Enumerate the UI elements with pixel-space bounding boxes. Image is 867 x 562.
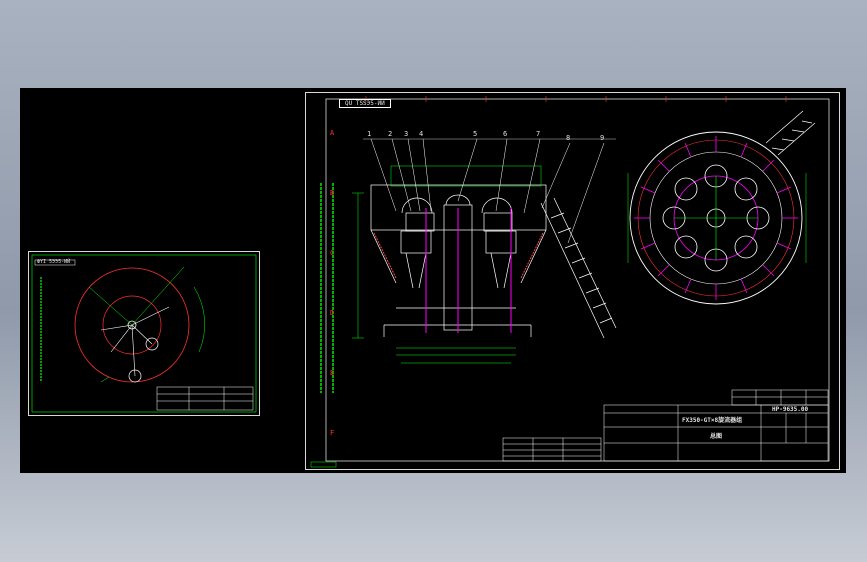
- left-title-box-code: ФYI 5ЭЭ5-ИЙ: [37, 259, 71, 265]
- part-balloon-6[interactable]: 6: [503, 130, 507, 138]
- left-drawing-sheet[interactable]: ФYI 5ЭЭ5-ИЙ: [28, 251, 260, 416]
- right-sheet-graphics: [310, 96, 830, 468]
- title-block-drawing-code: HP-9635.00: [772, 406, 809, 413]
- cad-viewport[interactable]: ФYI 5ЭЭ5-ИЙ QU TSSЭ5-ИЙ 1 2 3 4 5 6 7 8 …: [20, 88, 846, 473]
- part-balloon-3[interactable]: 3: [404, 130, 408, 138]
- part-balloon-9[interactable]: 9: [600, 134, 604, 142]
- right-drawing-sheet[interactable]: QU TSSЭ5-ИЙ 1 2 3 4 5 6 7 8 9 A B C D E …: [305, 92, 840, 470]
- left-spokes: [100, 306, 170, 377]
- row-letter-c: C: [330, 249, 335, 257]
- left-title-block: [156, 386, 254, 411]
- part-balloon-8[interactable]: 8: [566, 134, 570, 142]
- plan-center-ties: [674, 176, 758, 260]
- plan-ladder: [765, 110, 816, 156]
- revision-block: [731, 389, 829, 406]
- parts-list-block: [502, 437, 602, 462]
- row-letter-b: B: [330, 189, 335, 197]
- part-balloon-4[interactable]: 4: [419, 130, 423, 138]
- part-balloon-5[interactable]: 5: [473, 130, 477, 138]
- sheet-size-tag: [310, 461, 337, 468]
- left-sheet-graphics: [31, 254, 257, 413]
- right-inner-frame: [325, 98, 830, 462]
- title-block-subtitle: 总图: [710, 433, 723, 440]
- access-ladder: [540, 197, 617, 339]
- row-letter-e: E: [330, 369, 335, 377]
- title-block-main-title: FX350-GT×8旋流器组: [682, 417, 743, 424]
- side-dimensions: [352, 165, 542, 364]
- part-balloon-2[interactable]: 2: [388, 130, 392, 138]
- row-letter-f: F: [330, 429, 335, 437]
- left-inner-frame: [31, 254, 257, 413]
- side-support-legs: [425, 208, 512, 333]
- part-balloon-7[interactable]: 7: [536, 130, 540, 138]
- row-letter-a: A: [330, 129, 335, 137]
- left-dimensions: [88, 266, 205, 383]
- part-balloon-1[interactable]: 1: [367, 130, 371, 138]
- row-letter-d: D: [330, 309, 335, 317]
- right-title-box-code: QU TSSЭ5-ИЙ: [339, 99, 391, 108]
